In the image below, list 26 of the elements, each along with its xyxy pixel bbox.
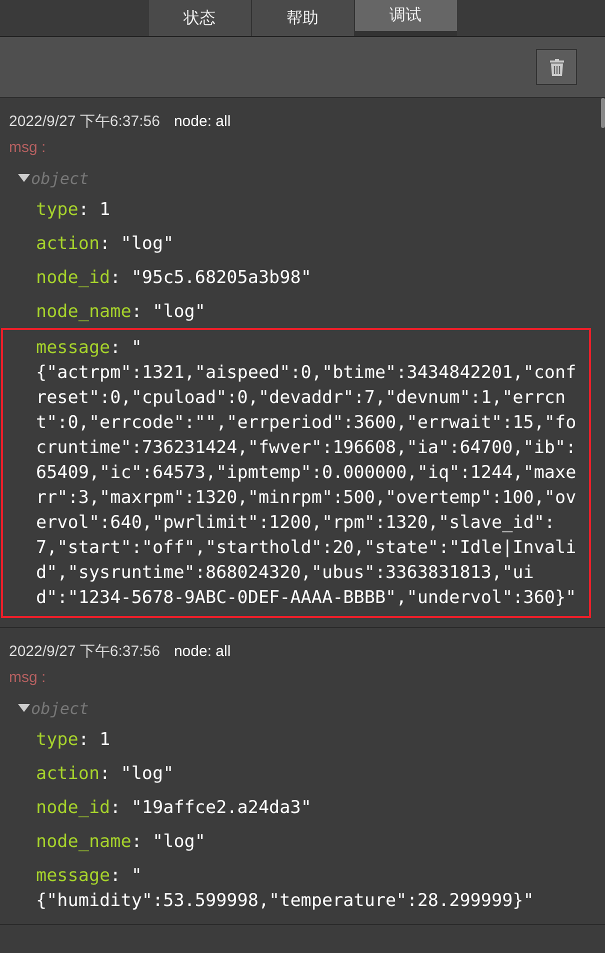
msg-label: msg : bbox=[9, 139, 47, 156]
panel-tab[interactable]: 帮助 bbox=[252, 0, 354, 36]
expand-triangle-icon[interactable] bbox=[18, 704, 30, 712]
message-timestamp: 2022/9/27 下午6:37:56 bbox=[9, 643, 160, 660]
trash-icon bbox=[550, 58, 564, 76]
object-type-label: object bbox=[31, 698, 89, 718]
property-line: message: " {"humidity":53.599998,"temperature":28.299999}" bbox=[36, 865, 535, 913]
delete-button[interactable] bbox=[536, 49, 577, 85]
object-type-label: object bbox=[31, 168, 89, 188]
property-line: type: 1 bbox=[36, 729, 112, 752]
property-line: type: 1 bbox=[36, 199, 112, 222]
scrollbar-thumb[interactable] bbox=[601, 98, 605, 128]
panel-tab[interactable]: 调试 bbox=[354, 0, 456, 31]
node-label: node: all bbox=[174, 643, 231, 660]
message-timestamp: 2022/9/27 下午6:37:56 bbox=[9, 113, 160, 130]
property-line: message: " {"actrpm":1321,"aispeed":0,"btime":3434842201,"confreset":0,"cpuload":0,"devaddr":7,"devnum":1,"errcnt":0,"errcode":"","errperiod":3600,"errwait":15,"focruntime":736231424,"fwver":196608,"ia":64700,"ib":65409,"ic":64573,"ipmtemp":0.000000,"iq":1244,"maxerr":3,"maxrpm":1320,"minrpm":500,"overtemp":100,"overvol":640,"pwrlimit":1200,"rpm":1320,"slave_id":7,"start":"off","starthold":20,"state":"Idle|Invalid","sysruntime":868024320,"ubus":3363831813,"uid":"1234-5678-9ABC-0DEF-AAAA-BBBB","undervol":360}" bbox=[36, 337, 578, 610]
property-line: node_name: "log" bbox=[36, 301, 206, 324]
msg-label: msg : bbox=[9, 669, 47, 686]
property-line: action: "log" bbox=[36, 763, 175, 786]
expand-triangle-icon[interactable] bbox=[18, 174, 30, 182]
panel-tab[interactable]: 状态 bbox=[148, 0, 250, 36]
property-line: node_id: "19affce2.a24da3" bbox=[36, 797, 312, 820]
property-line: node_id: "95c5.68205a3b98" bbox=[36, 267, 312, 290]
property-line: node_name: "log" bbox=[36, 831, 206, 854]
property-line: action: "log" bbox=[36, 233, 175, 256]
node-label: node: all bbox=[174, 113, 231, 130]
